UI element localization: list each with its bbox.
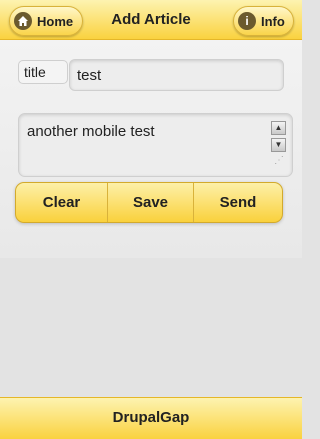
header-bar: Home Add Article i Info [0,0,302,40]
action-button-group: Clear Save Send [15,182,283,223]
title-input[interactable] [69,59,284,91]
resize-grip-icon[interactable]: ⋰ [274,156,284,166]
info-icon: i [238,12,256,30]
footer-bar: DrupalGap [0,397,302,439]
scroll-down-arrow-icon[interactable]: ▼ [271,138,286,152]
body-textarea[interactable]: another mobile test [18,113,293,177]
scroll-up-arrow-icon[interactable]: ▲ [271,121,286,135]
send-button[interactable]: Send [194,183,282,222]
info-button-label: Info [261,13,285,29]
info-button[interactable]: i Info [233,6,294,36]
clear-button[interactable]: Clear [16,183,108,222]
article-form: title another mobile test ▲ ▼ ⋰ Clear Sa… [0,40,302,258]
save-button[interactable]: Save [108,183,194,222]
title-label: title [18,60,68,84]
